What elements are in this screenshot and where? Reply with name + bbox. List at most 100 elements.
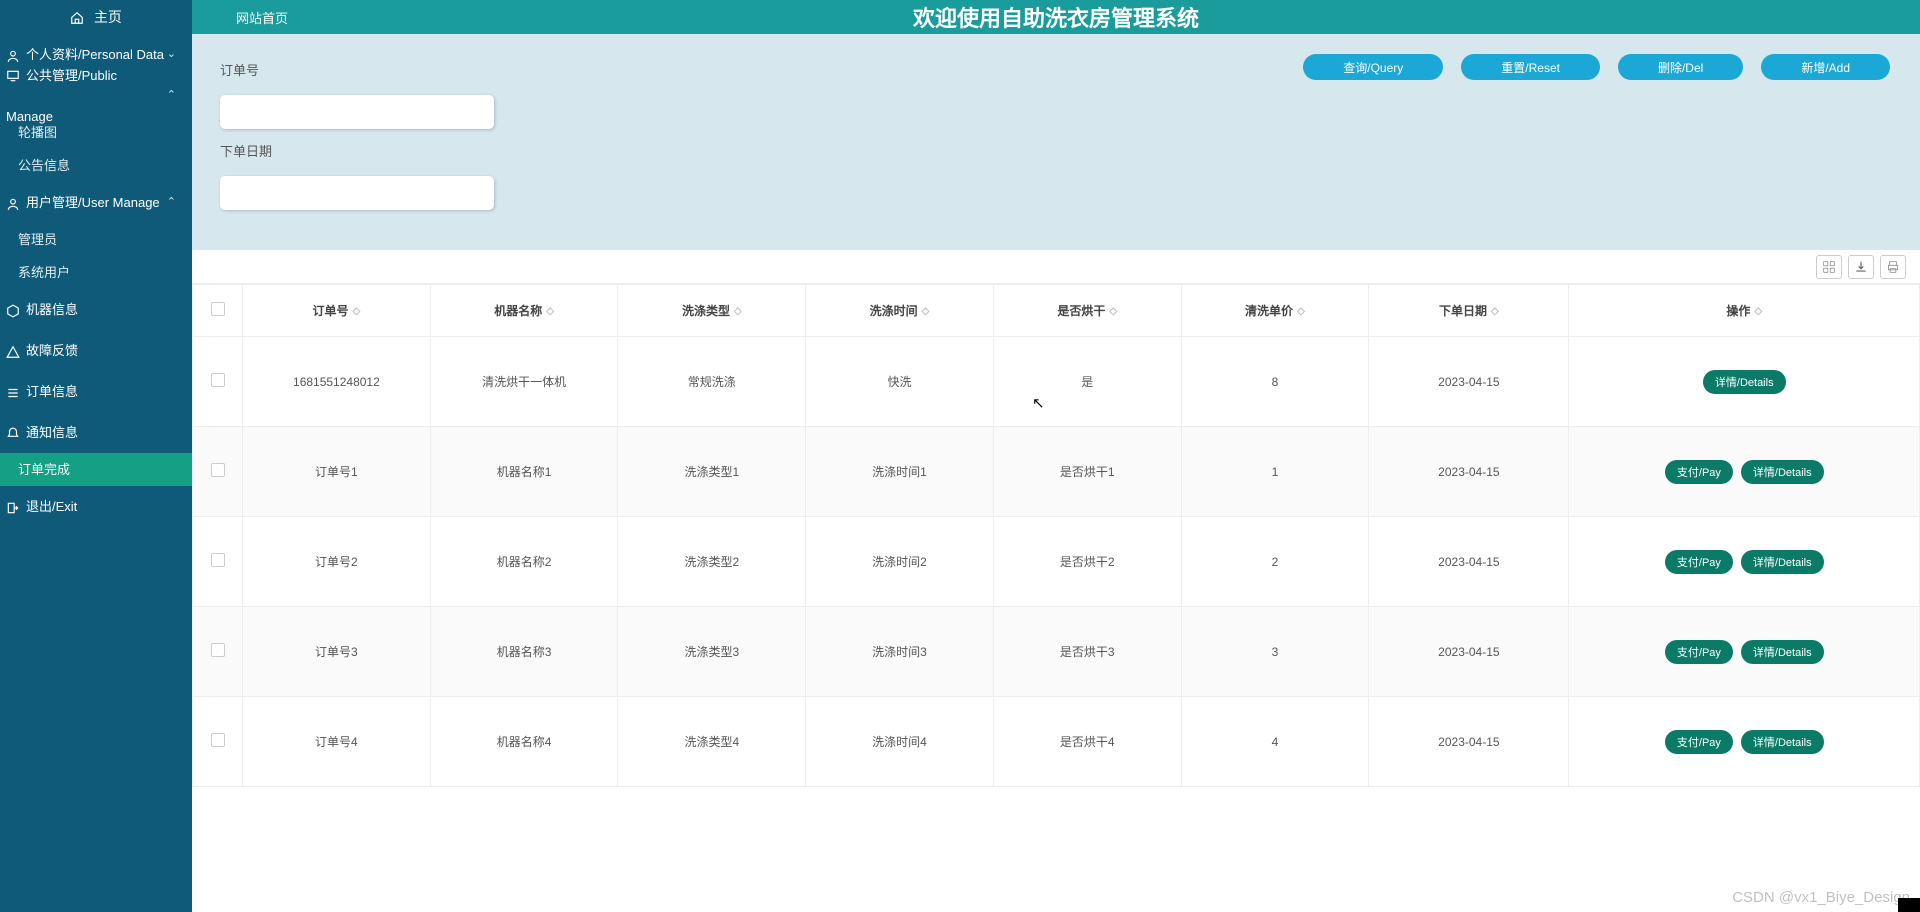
cell-date: 2023-04-15 xyxy=(1369,517,1569,607)
cell-type: 常规洗涤 xyxy=(618,337,806,427)
col-order[interactable]: 订单号◇ xyxy=(243,285,431,337)
row-checkbox[interactable] xyxy=(211,553,225,567)
cell-machine: 机器名称3 xyxy=(430,607,618,697)
col-date[interactable]: 下单日期◇ xyxy=(1369,285,1569,337)
cell-op: 支付/Pay 详情/Details xyxy=(1569,697,1920,787)
order-input[interactable] xyxy=(220,95,494,129)
row-action-button[interactable]: 详情/Details xyxy=(1703,370,1786,394)
sub-notice[interactable]: 公告信息 xyxy=(0,149,192,182)
chevron-up-icon: ⌃ xyxy=(167,182,176,223)
row-action-button[interactable]: 支付/Pay xyxy=(1665,730,1733,754)
cell-date: 2023-04-15 xyxy=(1369,697,1569,787)
breadcrumb[interactable]: 网站首页 xyxy=(236,8,288,27)
grid-icon[interactable] xyxy=(1816,255,1842,279)
sort-icon: ◇ xyxy=(734,306,742,317)
sidebar: 主页 个人资料/Personal Data ⌄ 公共管理/Public Mana… xyxy=(0,0,192,912)
header: 网站首页 欢迎使用自助洗衣房管理系统 xyxy=(192,0,1920,34)
menu-label: 机器信息 xyxy=(26,302,78,317)
chevron-up-icon: ⌃ xyxy=(167,75,176,116)
cell-order: 订单号1 xyxy=(243,427,431,517)
menu-user-manage[interactable]: 用户管理/User Manage ⌃ xyxy=(0,182,192,223)
cell-date: 2023-04-15 xyxy=(1369,337,1569,427)
menu-public-manage[interactable]: 公共管理/Public Manage ⌃ xyxy=(0,75,192,116)
col-price[interactable]: 清洗单价◇ xyxy=(1181,285,1369,337)
export-icon[interactable] xyxy=(1848,255,1874,279)
cell-date: 2023-04-15 xyxy=(1369,607,1569,697)
cell-op: 支付/Pay 详情/Details xyxy=(1569,607,1920,697)
col-op: 操作◇ xyxy=(1569,285,1920,337)
corner-block xyxy=(1898,898,1920,912)
col-type[interactable]: 洗涤类型◇ xyxy=(618,285,806,337)
delete-button[interactable]: 删除/Del xyxy=(1618,54,1743,80)
row-action-button[interactable]: 支付/Pay xyxy=(1665,640,1733,664)
cell-op: 详情/Details xyxy=(1569,337,1920,427)
chevron-down-icon: ⌄ xyxy=(167,34,176,75)
menu-order-complete[interactable]: 订单完成 xyxy=(0,453,192,486)
sort-icon: ◇ xyxy=(922,306,930,317)
menu-label: 退出/Exit xyxy=(26,499,77,514)
table-header-row: 订单号◇ 机器名称◇ 洗涤类型◇ 洗涤时间◇ 是否烘干◇ 清洗单价◇ 下单日期◇… xyxy=(193,285,1920,337)
row-action-button[interactable]: 支付/Pay xyxy=(1665,550,1733,574)
cell-date: 2023-04-15 xyxy=(1369,427,1569,517)
cell-dry: 是否烘干4 xyxy=(993,697,1181,787)
sort-icon: ◇ xyxy=(546,306,554,317)
cell-type: 洗涤类型3 xyxy=(618,607,806,697)
date-input[interactable] xyxy=(220,176,494,210)
col-machine[interactable]: 机器名称◇ xyxy=(430,285,618,337)
table-row: 订单号4机器名称4洗涤类型4洗涤时间4是否烘干442023-04-15支付/Pa… xyxy=(193,697,1920,787)
menu-exit[interactable]: 退出/Exit xyxy=(0,486,192,527)
menu-order-info[interactable]: 订单信息 xyxy=(0,371,192,412)
cell-op: 支付/Pay 详情/Details xyxy=(1569,517,1920,607)
cell-machine: 机器名称1 xyxy=(430,427,618,517)
cell-machine: 清洗烘干一体机 xyxy=(430,337,618,427)
cell-dry: 是否烘干2 xyxy=(993,517,1181,607)
sub-sysuser[interactable]: 系统用户 xyxy=(0,256,192,289)
home-link[interactable]: 主页 xyxy=(0,0,192,34)
add-button[interactable]: 新增/Add xyxy=(1761,54,1890,80)
table-toolbar xyxy=(192,250,1920,284)
row-action-button[interactable]: 详情/Details xyxy=(1741,640,1824,664)
menu-notice-info[interactable]: 通知信息 xyxy=(0,412,192,453)
query-button[interactable]: 查询/Query xyxy=(1303,54,1443,80)
cell-time: 快洗 xyxy=(806,337,994,427)
cell-dry: 是否烘干1 xyxy=(993,427,1181,517)
row-action-button[interactable]: 详情/Details xyxy=(1741,730,1824,754)
cube-icon xyxy=(6,304,20,318)
row-checkbox[interactable] xyxy=(211,643,225,657)
sub-carousel[interactable]: 轮播图 xyxy=(0,116,192,149)
col-time[interactable]: 洗涤时间◇ xyxy=(806,285,994,337)
col-check xyxy=(193,285,243,337)
home-label: 主页 xyxy=(94,9,122,25)
reset-button[interactable]: 重置/Reset xyxy=(1461,54,1600,80)
row-action-button[interactable]: 支付/Pay xyxy=(1665,460,1733,484)
menu-label: 用户管理/User Manage xyxy=(26,195,160,210)
cell-time: 洗涤时间2 xyxy=(806,517,994,607)
cell-order: 订单号4 xyxy=(243,697,431,787)
cell-order: 订单号3 xyxy=(243,607,431,697)
row-checkbox[interactable] xyxy=(211,463,225,477)
table-wrap[interactable]: 订单号◇ 机器名称◇ 洗涤类型◇ 洗涤时间◇ 是否烘干◇ 清洗单价◇ 下单日期◇… xyxy=(192,284,1920,912)
menu-machine-info[interactable]: 机器信息 xyxy=(0,289,192,330)
cell-type: 洗涤类型4 xyxy=(618,697,806,787)
sort-icon: ◇ xyxy=(1297,306,1305,317)
orders-table: 订单号◇ 机器名称◇ 洗涤类型◇ 洗涤时间◇ 是否烘干◇ 清洗单价◇ 下单日期◇… xyxy=(192,284,1920,787)
cell-dry: 是 xyxy=(993,337,1181,427)
row-action-button[interactable]: 详情/Details xyxy=(1741,550,1824,574)
sub-admin[interactable]: 管理员 xyxy=(0,223,192,256)
row-checkbox[interactable] xyxy=(211,373,225,387)
cell-type: 洗涤类型1 xyxy=(618,427,806,517)
row-action-button[interactable]: 详情/Details xyxy=(1741,460,1824,484)
cell-time: 洗涤时间4 xyxy=(806,697,994,787)
query-area: 订单号 下单日期 查询/Query 重置/Reset 删除/Del 新增/Add xyxy=(192,34,1920,250)
cell-dry: 是否烘干3 xyxy=(993,607,1181,697)
table-row: 1681551248012清洗烘干一体机常规洗涤快洗是82023-04-15详情… xyxy=(193,337,1920,427)
cell-price: 3 xyxy=(1181,607,1369,697)
col-dry[interactable]: 是否烘干◇ xyxy=(993,285,1181,337)
home-icon xyxy=(70,11,84,25)
row-checkbox[interactable] xyxy=(211,733,225,747)
menu-label: 通知信息 xyxy=(26,425,78,440)
main-area: 网站首页 欢迎使用自助洗衣房管理系统 订单号 下单日期 查询/Query 重置/… xyxy=(192,0,1920,912)
menu-fault-feedback[interactable]: 故障反馈 xyxy=(0,330,192,371)
print-icon[interactable] xyxy=(1880,255,1906,279)
select-all-checkbox[interactable] xyxy=(211,302,225,316)
